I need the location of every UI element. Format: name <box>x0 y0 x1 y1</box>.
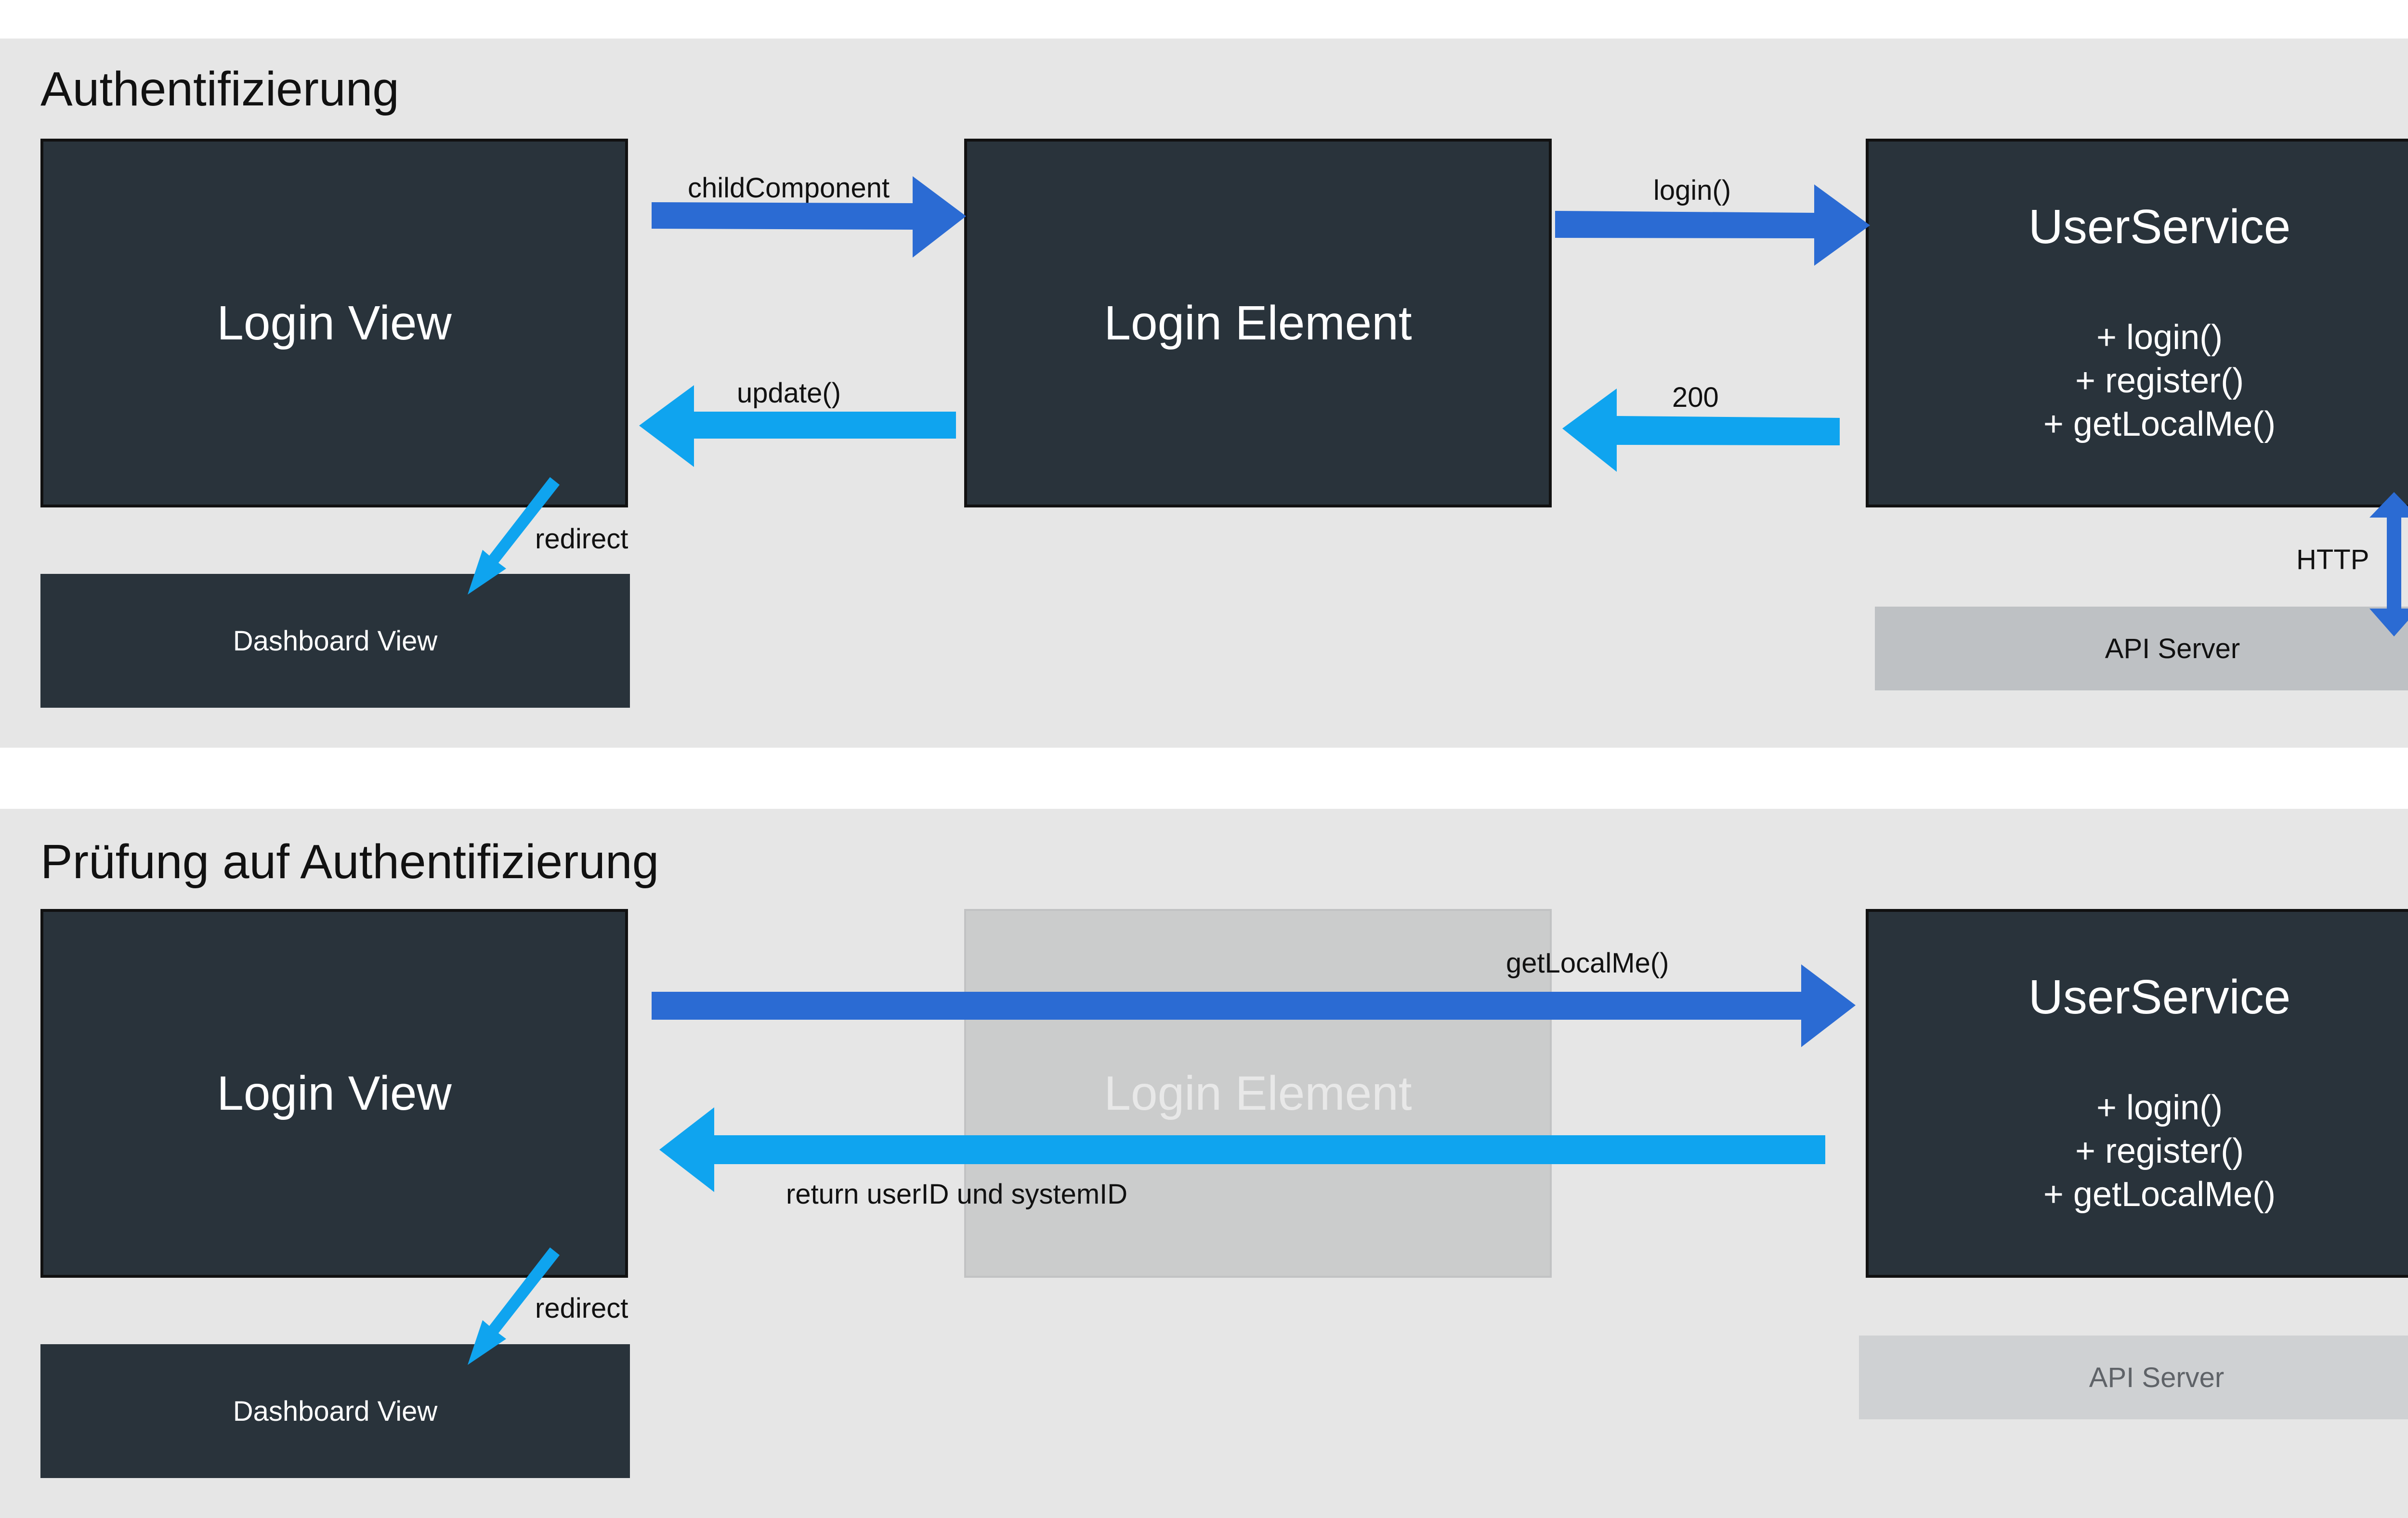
http-arrow <box>2369 492 2408 636</box>
login-arrow <box>1555 184 1870 266</box>
child-component-arrow <box>652 176 966 258</box>
get-local-me-arrow <box>652 964 1856 1047</box>
arrows-layer <box>468 176 2408 1365</box>
return-ids-arrow <box>659 1107 1825 1192</box>
redirect-arrow <box>468 1247 560 1365</box>
update-arrow <box>639 385 956 467</box>
status-200-arrow <box>1562 389 1840 472</box>
redirect-arrow <box>468 477 560 595</box>
